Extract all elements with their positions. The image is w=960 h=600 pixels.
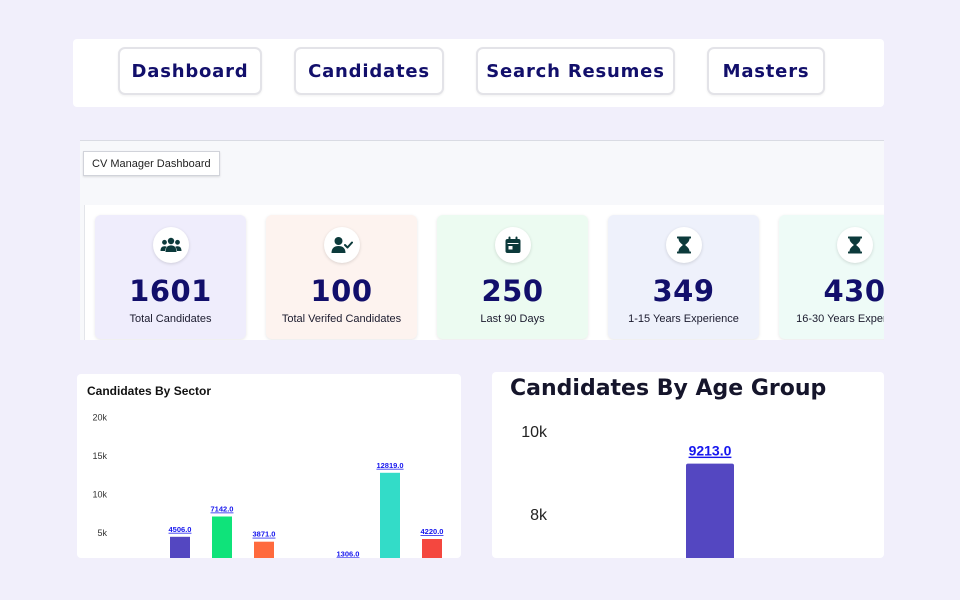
dashboard-tab[interactable]: CV Manager Dashboard [83,151,220,176]
dashboard-panel: CV Manager Dashboard 1601 Total Candidat… [80,140,884,340]
bar [170,536,190,558]
stat-label: 16-30 Years Experience [796,313,884,325]
data-label: 4506.0 [169,525,192,534]
stat-value: 100 [310,274,373,308]
hourglass-icon [836,227,873,263]
stat-card-1-15-years: 349 1-15 Years Experience [608,215,759,339]
y-tick-label: 15k [92,451,107,461]
stat-value: 430 [823,274,884,308]
nav-candidates-button[interactable]: Candidates [294,47,444,95]
data-label: 3871.0 [253,530,276,539]
stat-label: Last 90 Days [480,313,545,325]
y-tick-label: 20k [92,413,107,423]
top-nav: Dashboard Candidates Search Resumes Mast… [73,39,884,107]
stat-value: 250 [481,274,544,308]
stats-row: 1601 Total Candidates 100 Total Verifed … [84,205,884,340]
nav-search-resumes-button[interactable]: Search Resumes [476,47,675,95]
data-label: 1306.0 [337,549,360,558]
bar [254,541,274,558]
user-check-icon [323,227,360,263]
y-tick-label: 10k [92,490,107,500]
hourglass-icon [665,227,702,263]
stat-label: Total Verifed Candidates [281,313,402,325]
data-label: 12819.0 [376,461,403,470]
age-chart: 10k 8k 9213.0 [521,424,734,558]
stat-card-verified-candidates: 100 Total Verifed Candidates [266,215,417,339]
stat-label: Total Candidates [129,313,212,325]
data-label: 9213.0 [689,443,732,459]
stat-value: 1601 [129,274,212,308]
sector-chart-card: Candidates By Sector 20k 15k 10k 5k 4506.0 71… [77,374,461,558]
users-icon [152,227,189,263]
bar [212,516,232,558]
bar [686,463,734,558]
nav-masters-button[interactable]: Masters [707,47,825,95]
stat-label: 1-15 Years Experience [628,313,739,325]
bar [422,539,442,558]
sector-chart: 20k 15k 10k 5k 4506.0 7142.0 3871.0 1306.0 12819… [92,413,444,558]
stat-card-last-90-days: 250 Last 90 Days [437,215,588,339]
y-tick-label: 10k [521,424,548,441]
calendar-icon [494,227,531,263]
nav-dashboard-button[interactable]: Dashboard [118,47,262,95]
bar [380,472,400,558]
age-chart-card: Candidates By Age Group 10k 8k 9213.0 [492,372,884,558]
stat-value: 349 [652,274,715,308]
y-tick-label: 8k [530,507,548,524]
data-label: 7142.0 [211,505,234,514]
data-label: 4220.0 [421,527,444,536]
y-tick-label: 5k [97,528,107,538]
stat-card-16-30-years: 430 16-30 Years Experience [779,215,884,339]
stat-card-total-candidates: 1601 Total Candidates [95,215,246,339]
